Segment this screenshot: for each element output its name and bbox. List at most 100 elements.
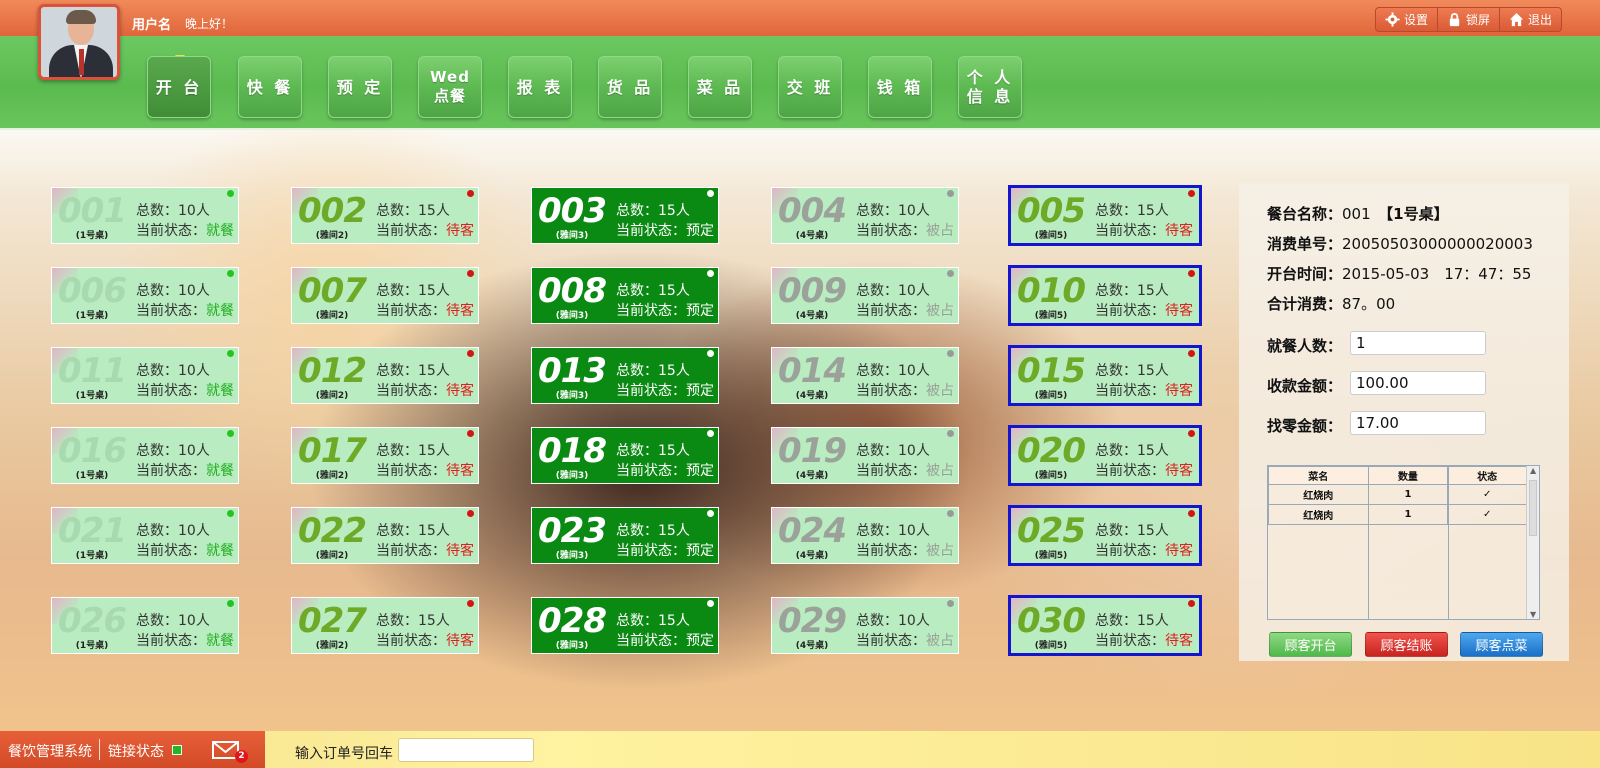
- table-card[interactable]: 022 (雅间2) 总数：15人 当前状态：待客: [291, 507, 479, 564]
- capacity-value: 10人: [178, 283, 210, 299]
- table-card[interactable]: 016 (1号桌) 总数：10人 当前状态：就餐: [51, 427, 239, 484]
- table-card[interactable]: 020 (雅间5) 总数：15人 当前状态：待客: [1008, 425, 1202, 486]
- order-number-label: 消费单号：: [1267, 235, 1343, 253]
- lock-screen-button[interactable]: 锁屏: [1438, 8, 1501, 31]
- table-card[interactable]: 010 (雅间5) 总数：15人 当前状态：待客: [1008, 265, 1202, 326]
- status-dot: [707, 350, 714, 357]
- logout-button[interactable]: 退出: [1500, 8, 1561, 31]
- table-card[interactable]: 023 (雅间3) 总数：15人 当前状态：预定: [531, 507, 719, 564]
- table-card[interactable]: 008 (雅间3) 总数：15人 当前状态：预定: [531, 267, 719, 324]
- table-state: 当前状态：预定: [616, 220, 714, 240]
- table-card[interactable]: 015 (雅间5) 总数：15人 当前状态：待客: [1008, 345, 1202, 406]
- nav-reserve[interactable]: 预 定: [328, 56, 392, 118]
- capacity-prefix: 总数：: [136, 203, 178, 219]
- table-card[interactable]: 021 (1号桌) 总数：10人 当前状态：就餐: [51, 507, 239, 564]
- table-card[interactable]: 002 (雅间2) 总数：15人 当前状态：待客: [291, 187, 479, 244]
- table-card[interactable]: 005 (雅间5) 总数：15人 当前状态：待客: [1008, 185, 1202, 246]
- state-value: 待客: [1165, 633, 1193, 649]
- table-card[interactable]: 018 (雅间3) 总数：15人 当前状态：预定: [531, 427, 719, 484]
- table-card[interactable]: 004 (4号桌) 总数：10人 当前状态：被占: [771, 187, 959, 244]
- table-state: 当前状态：待客: [376, 220, 474, 240]
- table-card[interactable]: 003 (雅间3) 总数：15人 当前状态：预定: [531, 187, 719, 244]
- table-card[interactable]: 014 (4号桌) 总数：10人 当前状态：被占: [771, 347, 959, 404]
- table-card[interactable]: 013 (雅间3) 总数：15人 当前状态：预定: [531, 347, 719, 404]
- table-card[interactable]: 025 (雅间5) 总数：15人 当前状态：待客: [1008, 505, 1202, 566]
- received-amount-input[interactable]: [1350, 371, 1486, 395]
- table-card[interactable]: 027 (雅间2) 总数：15人 当前状态：待客: [291, 597, 479, 654]
- grid-column-divider: [1368, 466, 1369, 619]
- nav-goods[interactable]: 货 品: [598, 56, 662, 118]
- table-card[interactable]: 029 (4号桌) 总数：10人 当前状态：被占: [771, 597, 959, 654]
- state-value: 预定: [686, 303, 714, 319]
- table-room-label: (4号桌): [795, 551, 829, 561]
- table-capacity: 总数：15人: [376, 280, 450, 300]
- change-amount-input[interactable]: [1350, 411, 1486, 435]
- table-room-label: (雅间5): [1034, 641, 1068, 651]
- table-capacity: 总数：10人: [136, 360, 210, 380]
- nav-dishes[interactable]: 菜 品: [688, 56, 752, 118]
- table-number: 023: [538, 511, 607, 551]
- customer-checkout-button[interactable]: 顾客结账: [1365, 632, 1448, 657]
- avatar[interactable]: [38, 4, 120, 80]
- nav-label: 个 人信 息: [967, 68, 1014, 106]
- table-state: 当前状态：就餐: [136, 300, 234, 320]
- scroll-down-icon[interactable]: ▼: [1530, 610, 1536, 619]
- grid-header-row: 菜名 数量 状态: [1268, 466, 1527, 485]
- table-number: 014: [778, 351, 847, 391]
- nav-label: 交 班: [786, 77, 834, 97]
- scroll-up-icon[interactable]: ▲: [1530, 466, 1536, 475]
- table-capacity: 总数：15人: [1095, 280, 1169, 300]
- grid-header-status[interactable]: 状态: [1447, 466, 1527, 485]
- grid-header-qty[interactable]: 数量: [1367, 466, 1449, 485]
- table-capacity: 总数：15人: [616, 200, 690, 220]
- state-value: 待客: [446, 303, 474, 319]
- customer-order-button[interactable]: 顾客点菜: [1460, 632, 1543, 657]
- table-card[interactable]: 024 (4号桌) 总数：10人 当前状态：被占: [771, 507, 959, 564]
- grid-row[interactable]: 红烧肉 1 ✓: [1268, 504, 1527, 525]
- diners-input[interactable]: [1350, 331, 1486, 355]
- capacity-value: 15人: [1137, 363, 1169, 379]
- table-room-label: (雅间2): [315, 471, 349, 481]
- customer-open-table-button[interactable]: 顾客开台: [1269, 632, 1352, 657]
- capacity-prefix: 总数：: [136, 523, 178, 539]
- capacity-prefix: 总数：: [136, 613, 178, 629]
- nav-label: 开 台: [155, 77, 203, 97]
- table-name-label: 餐台名称：: [1267, 205, 1343, 223]
- nav-reports[interactable]: 报 表: [508, 56, 572, 118]
- state-value: 待客: [1165, 303, 1193, 319]
- grid-row[interactable]: 红烧肉 1 ✓: [1268, 484, 1527, 505]
- nav-cash-box[interactable]: 钱 箱: [868, 56, 932, 118]
- table-room-label: (4号桌): [795, 641, 829, 651]
- capacity-prefix: 总数：: [616, 363, 658, 379]
- capacity-prefix: 总数：: [1095, 203, 1137, 219]
- state-prefix: 当前状态：: [1095, 543, 1165, 559]
- table-room-label: (1号桌): [75, 391, 109, 401]
- table-state: 当前状态：被占: [856, 460, 954, 480]
- table-card[interactable]: 011 (1号桌) 总数：10人 当前状态：就餐: [51, 347, 239, 404]
- table-card[interactable]: 006 (1号桌) 总数：10人 当前状态：就餐: [51, 267, 239, 324]
- table-card[interactable]: 019 (4号桌) 总数：10人 当前状态：被占: [771, 427, 959, 484]
- table-card[interactable]: 009 (4号桌) 总数：10人 当前状态：被占: [771, 267, 959, 324]
- nav-fast-food[interactable]: 快 餐: [238, 56, 302, 118]
- nav-shift[interactable]: 交 班: [778, 56, 842, 118]
- status-dot: [467, 190, 474, 197]
- table-card[interactable]: 028 (雅间3) 总数：15人 当前状态：预定: [531, 597, 719, 654]
- table-card[interactable]: 017 (雅间2) 总数：15人 当前状态：待客: [291, 427, 479, 484]
- state-value: 被占: [926, 223, 954, 239]
- scroll-thumb[interactable]: [1529, 480, 1537, 536]
- table-card[interactable]: 030 (雅间5) 总数：15人 当前状态：待客: [1008, 595, 1202, 656]
- settings-button[interactable]: 设置: [1376, 8, 1439, 31]
- table-card[interactable]: 001 (1号桌) 总数：10人 当前状态：就餐: [51, 187, 239, 244]
- capacity-prefix: 总数：: [1095, 523, 1137, 539]
- grid-scrollbar[interactable]: ▲ ▼: [1526, 466, 1539, 619]
- nav-web-order[interactable]: Wed 点餐: [418, 56, 482, 118]
- table-card[interactable]: 007 (雅间2) 总数：15人 当前状态：待客: [291, 267, 479, 324]
- nav-label-line1: 个 人: [966, 68, 1014, 87]
- order-number-input[interactable]: [398, 738, 534, 762]
- table-capacity: 总数：10人: [136, 280, 210, 300]
- nav-personal-info[interactable]: 个 人信 息: [958, 56, 1022, 118]
- table-card[interactable]: 026 (1号桌) 总数：10人 当前状态：就餐: [51, 597, 239, 654]
- table-card[interactable]: 012 (雅间2) 总数：15人 当前状态：待客: [291, 347, 479, 404]
- nav-open-table[interactable]: 开 台: [147, 56, 211, 118]
- grid-header-name[interactable]: 菜名: [1268, 466, 1369, 485]
